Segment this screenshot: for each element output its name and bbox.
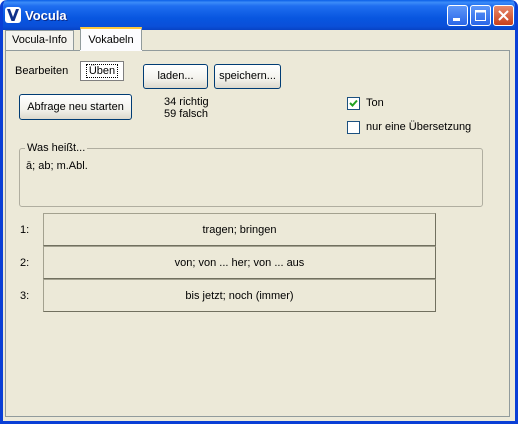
question-text: ā; ab; m.Abl. xyxy=(26,160,88,172)
subtab-ueben[interactable]: Üben xyxy=(80,61,124,81)
restart-quiz-button[interactable]: Abfrage neu starten xyxy=(19,94,132,120)
subtab-bearbeiten[interactable]: Bearbeiten xyxy=(15,65,68,77)
single-translation-checkbox[interactable] xyxy=(347,121,360,134)
answer-button-1[interactable]: tragen; bringen xyxy=(43,213,436,246)
wrong-count: 59 falsch xyxy=(164,108,209,120)
tab-vocula-info[interactable]: Vocula-Info xyxy=(5,30,74,50)
vocula-app-icon xyxy=(5,7,21,23)
window-title: Vocula xyxy=(25,8,67,23)
close-button[interactable] xyxy=(493,5,514,26)
answer-number: 1: xyxy=(20,224,30,236)
answer-number: 2: xyxy=(20,257,30,269)
correct-count: 34 richtig xyxy=(164,96,209,108)
subtab-ueben-label: Üben xyxy=(85,64,119,78)
single-translation-label[interactable]: nur eine Übersetzung xyxy=(366,121,471,133)
title-bar[interactable]: Vocula xyxy=(3,0,515,30)
question-legend: Was heißt... xyxy=(25,142,88,154)
answer-button-3[interactable]: bis jetzt; noch (immer) xyxy=(43,279,436,312)
answer-number: 3: xyxy=(20,290,30,302)
active-tab-joiner xyxy=(80,50,142,51)
sound-checkbox[interactable] xyxy=(347,97,360,110)
checkmark-icon xyxy=(349,99,358,107)
answer-button-2[interactable]: von; von ... her; von ... aus xyxy=(43,246,436,279)
tab-vokabeln[interactable]: Vokabeln xyxy=(80,27,142,51)
sound-checkbox-label[interactable]: Ton xyxy=(366,97,384,109)
minimize-button[interactable] xyxy=(447,5,468,26)
save-button[interactable]: speichern... xyxy=(214,64,281,89)
load-button[interactable]: laden... xyxy=(143,64,208,89)
question-groupbox xyxy=(19,148,483,207)
maximize-button[interactable] xyxy=(470,5,491,26)
